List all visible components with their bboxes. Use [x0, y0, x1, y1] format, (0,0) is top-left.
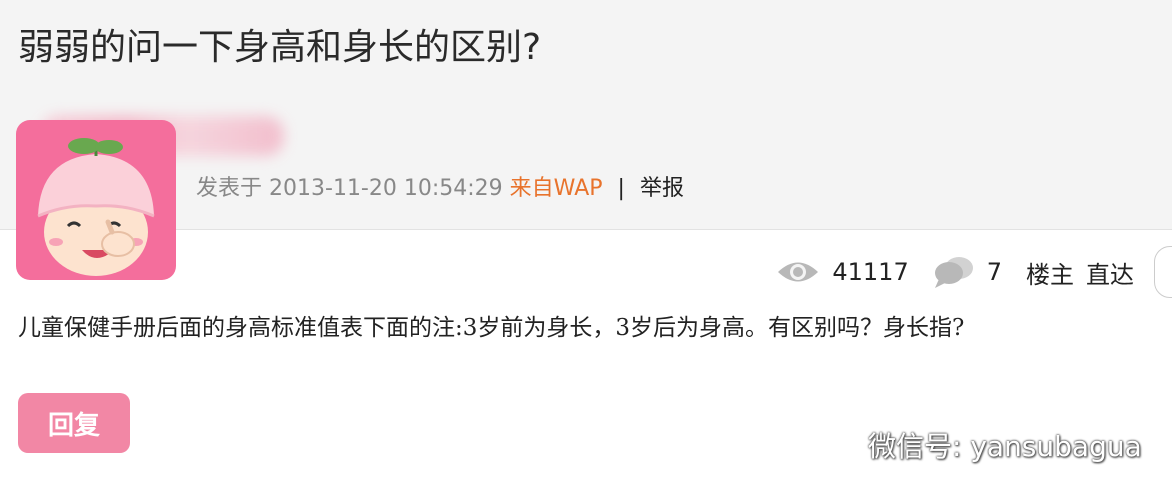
post-content: 儿童保健手册后面的身高标准值表下面的注:3岁前为身长，3岁后为身高。有区别吗？身…	[18, 315, 965, 341]
wechat-icon	[808, 425, 858, 465]
avatar[interactable]	[16, 120, 176, 280]
watermark: 微信号: yansubagua	[808, 420, 1142, 470]
report-link[interactable]: 举报	[640, 176, 684, 201]
owner-only-link[interactable]: 楼主	[1026, 255, 1074, 290]
post-title: 弱弱的问一下身高和身长的区别?	[18, 27, 542, 68]
post-timestamp: 2013-11-20 10:54:29	[269, 176, 503, 201]
scroll-handle[interactable]	[1154, 246, 1172, 298]
meta-separator: |	[617, 176, 625, 201]
post-source: 来自WAP	[509, 176, 603, 201]
comment-bubble-icon	[933, 255, 975, 289]
reply-count: 7	[986, 258, 1002, 286]
watermark-text: 微信号: yansubagua	[868, 430, 1142, 463]
reply-button[interactable]: 回复	[18, 393, 130, 453]
post-time-prefix: 发表于	[196, 176, 263, 201]
eye-icon	[776, 257, 820, 287]
post-stats: 41117 7 楼主 直达	[776, 252, 1134, 292]
post-meta: 发表于 2013-11-20 10:54:29 来自WAP | 举报	[196, 172, 684, 206]
view-count: 41117	[832, 258, 909, 286]
jump-link[interactable]: 直达	[1086, 255, 1134, 290]
